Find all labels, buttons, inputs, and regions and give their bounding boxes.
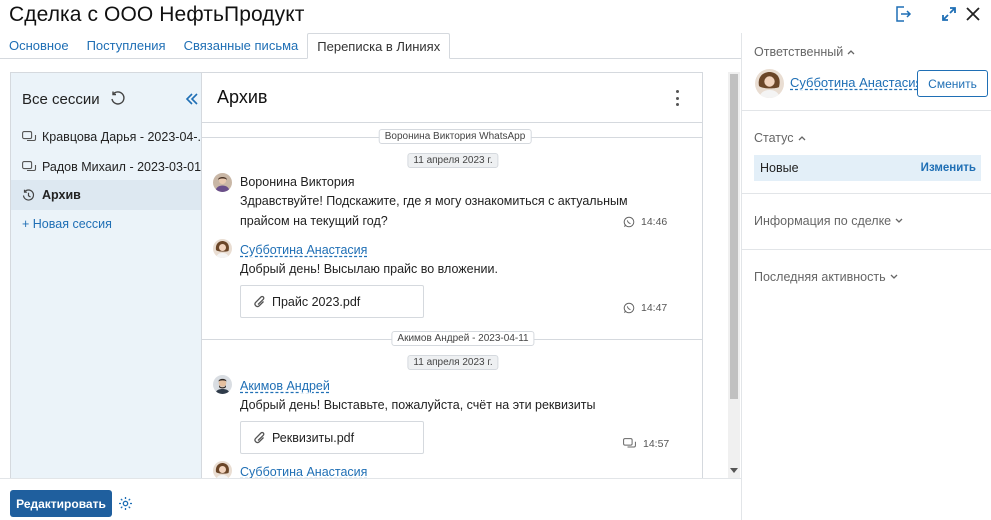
new-session-link[interactable]: + Новая сессия [22, 217, 112, 231]
avatar [213, 375, 232, 394]
deal-side-panel: Ответственный Субботина Анастасия Сменит… [741, 33, 991, 520]
footer-divider [0, 478, 741, 479]
message-author-link[interactable]: Субботина Анастасия [240, 465, 367, 478]
date-pill: 11 апреля 2023 г. [407, 153, 499, 168]
chat-title: Архив [217, 87, 268, 107]
tab-open-lines-chat[interactable]: Переписка в Линиях [307, 33, 451, 59]
message-time: 14:57 [623, 438, 669, 450]
change-status-link[interactable]: Изменить [921, 162, 976, 174]
status-section-toggle[interactable]: Статус [754, 131, 806, 145]
session-pill: Воронина Виктория WhatsApp [378, 129, 532, 144]
status-value: Новые [760, 161, 799, 175]
tab-receipts[interactable]: Поступления [78, 33, 175, 59]
session-label: Радов Михаил - 2023-03-01 [42, 160, 201, 174]
scrollbar-thumb[interactable] [730, 74, 738, 399]
session-item-radov[interactable]: Радов Михаил - 2023-03-01 [11, 152, 201, 182]
responsible-name-link[interactable]: Субботина Анастасия [790, 75, 923, 90]
responsible-section-toggle[interactable]: Ответственный [754, 45, 855, 59]
close-icon[interactable] [963, 4, 983, 24]
message-author: Воронина Виктория [240, 175, 355, 189]
section-divider [742, 193, 991, 194]
message-text-line: Добрый день! Выставьте, пожалуйста, счёт… [240, 398, 596, 412]
whatsapp-icon [623, 216, 635, 228]
chevron-down-icon [890, 274, 898, 279]
tab-bar: Основное Поступления Связанные письма Пе… [0, 33, 451, 59]
avatar [213, 461, 232, 478]
session-label: Кравцова Дарья - 2023-04-... [42, 130, 201, 144]
message-time: 14:46 [623, 216, 667, 228]
message-time: 14:47 [623, 302, 667, 314]
history-icon [22, 188, 38, 202]
chat-header: Архив [202, 73, 702, 123]
sessions-sidebar: Все сессии Кравцова Дарья - 2023-04-... [11, 73, 202, 478]
more-menu-icon[interactable] [674, 90, 680, 106]
session-item-archive[interactable]: Архив [11, 180, 201, 210]
session-label: Архив [42, 188, 81, 202]
gear-icon[interactable] [118, 496, 133, 511]
chevron-up-icon [798, 136, 805, 141]
avatar [755, 69, 784, 98]
message-text-line: прайсом на текущий год? [240, 214, 388, 228]
message-author-link[interactable]: Акимов Андрей [240, 379, 330, 393]
sessions-title: Все сессии [22, 91, 100, 108]
message-text-line: Добрый день! Высылаю прайс во вложении. [240, 262, 498, 276]
last-activity-section-toggle[interactable]: Последняя активность [754, 270, 898, 284]
chat-icon [22, 160, 38, 174]
tab-main[interactable]: Основное [0, 33, 78, 59]
attachment-file[interactable]: Прайс 2023.pdf [240, 285, 424, 318]
message-text-line: Здравствуйте! Подскажите, где я могу озн… [240, 194, 628, 208]
chat-icon [22, 130, 38, 144]
avatar [213, 173, 232, 192]
attachment-file[interactable]: Реквизиты.pdf [240, 421, 424, 454]
paperclip-icon [254, 295, 265, 307]
section-divider [742, 110, 991, 111]
tab-linked-emails[interactable]: Связанные письма [175, 33, 308, 59]
whatsapp-icon [623, 302, 635, 314]
scroll-down-arrow-icon [730, 468, 738, 473]
chat-card: Все сессии Кравцова Дарья - 2023-04-... [10, 72, 703, 478]
paperclip-icon [254, 431, 265, 443]
chat-icon [623, 438, 636, 448]
edit-button[interactable]: Редактировать [10, 490, 112, 517]
change-responsible-button[interactable]: Сменить [917, 70, 988, 97]
deal-info-section-toggle[interactable]: Информация по сделке [754, 214, 903, 228]
collapse-sidebar-icon[interactable] [183, 89, 201, 109]
chevron-up-icon [847, 50, 855, 55]
section-divider [742, 249, 991, 250]
expand-icon[interactable] [939, 4, 959, 24]
page-title: Сделка с ООО НефтьПродукт [9, 3, 305, 26]
export-icon[interactable] [893, 4, 913, 24]
date-pill: 11 апреля 2023 г. [407, 355, 499, 370]
chevron-down-icon [895, 218, 903, 223]
chat-area: Архив Воронина Виктория WhatsApp 11 апре… [202, 73, 702, 478]
message-author-link[interactable]: Субботина Анастасия [240, 243, 367, 257]
status-field: Новые Изменить [754, 155, 981, 181]
avatar [213, 239, 232, 258]
refresh-icon[interactable] [109, 90, 127, 108]
session-pill: Акимов Андрей - 2023-04-11 [391, 331, 535, 346]
session-item-kravtsova[interactable]: Кравцова Дарья - 2023-04-... [11, 122, 201, 152]
chat-scrollbar[interactable] [728, 72, 740, 478]
